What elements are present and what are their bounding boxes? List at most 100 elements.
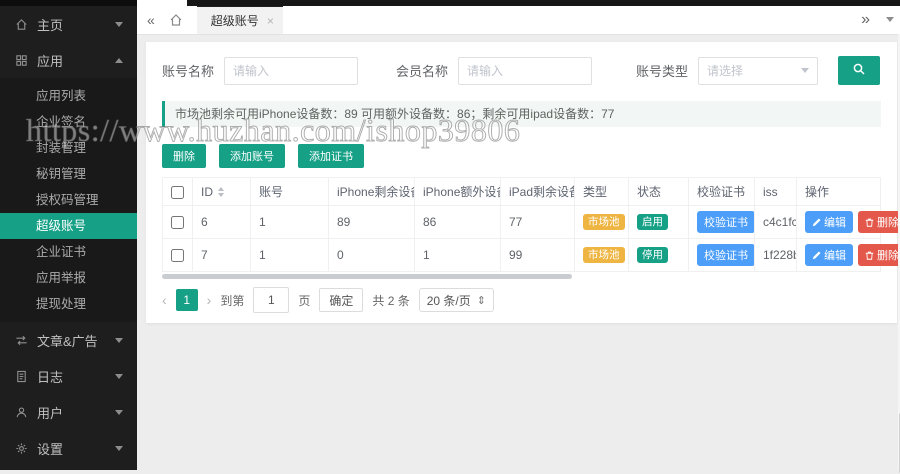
next-page-icon[interactable]: › [207, 292, 212, 308]
add-account-button[interactable]: 添加账号 [219, 144, 285, 168]
table-toolbar: 删除 添加账号 添加证书 [162, 144, 881, 168]
trash-icon [865, 251, 874, 260]
goto-label: 到第 [220, 292, 244, 309]
per-page-select[interactable]: 20 条/页 ⇕ [419, 288, 494, 312]
edit-button[interactable]: 编辑 [805, 244, 853, 266]
table-row: 7 1 0 1 99 市场池 停用 校验证书 1f228b 编辑 删除 [163, 239, 881, 272]
field-member-name: 会员名称 [396, 57, 592, 85]
tab-super-account[interactable]: 超级账号 × [197, 5, 283, 34]
sidebar-subitem-auth-code-mgmt[interactable]: 授权码管理 [0, 187, 137, 213]
status-badge: 停用 [637, 247, 668, 263]
sidebar-item-label: 应用 [37, 51, 63, 70]
sidebar-item-articles-ads[interactable]: 文章&广告 [0, 322, 137, 358]
confirm-page-button[interactable]: 确定 [319, 288, 363, 312]
col-status: 状态 [629, 178, 689, 206]
verify-cert-button[interactable]: 校验证书 [697, 211, 755, 233]
caret-down-icon [115, 22, 123, 27]
sidebar: 主页 应用 应用列表 企业签名 封装管理 秘钥管理 授权码管理 超级账号 企业证… [0, 0, 137, 470]
accounts-table: ID 账号 iPhone剩余设备 iPhone额外设备 iPad剩余设备 类型 … [162, 177, 881, 272]
sidebar-item-label: 主页 [37, 15, 63, 34]
member-name-input[interactable] [458, 57, 592, 85]
field-label: 账号名称 [162, 61, 214, 80]
gear-icon [14, 441, 28, 455]
tabbar-right-controls: » [861, 11, 894, 29]
field-label: 会员名称 [396, 61, 448, 80]
row-delete-button[interactable]: 删除 [858, 211, 900, 233]
row-checkbox[interactable] [171, 249, 184, 262]
log-icon [14, 369, 28, 383]
app-window: 主页 应用 应用列表 企业签名 封装管理 秘钥管理 授权码管理 超级账号 企业证… [0, 0, 900, 470]
collapse-sidebar-icon[interactable]: « [147, 12, 155, 28]
sidebar-subitem-super-account[interactable]: 超级账号 [0, 213, 137, 239]
apps-icon [14, 53, 28, 67]
sidebar-item-label: 用户 [37, 403, 63, 422]
sort-icon[interactable] [218, 187, 224, 197]
sidebar-subitem-app-report[interactable]: 应用举报 [0, 265, 137, 291]
field-label: 账号类型 [636, 61, 688, 80]
col-verify-cert: 校验证书 [689, 178, 755, 206]
verify-cert-button[interactable]: 校验证书 [697, 244, 755, 266]
sidebar-item-logs[interactable]: 日志 [0, 358, 137, 394]
table-row: 6 1 89 86 77 市场池 启用 校验证书 c4c1fc 编辑 删除 [163, 206, 881, 239]
top-edge [187, 0, 900, 6]
sidebar-subitem-enterprise-sign[interactable]: 企业签名 [0, 109, 137, 135]
total-count-label: 共 2 条 [372, 292, 409, 309]
sidebar-item-home[interactable]: 主页 [0, 6, 137, 42]
home-tab-icon[interactable] [169, 13, 183, 27]
cell-iss: c4c1fc [755, 206, 797, 239]
tab-menu-caret-icon[interactable] [886, 17, 894, 22]
cell-id: 6 [193, 206, 251, 239]
apps-submenu: 应用列表 企业签名 封装管理 秘钥管理 授权码管理 超级账号 企业证书 应用举报… [0, 78, 137, 322]
pagination: ‹ 1 › 到第 页 确定 共 2 条 20 条/页 ⇕ [162, 287, 881, 313]
col-id[interactable]: ID [193, 178, 251, 206]
sidebar-subitem-withdraw-handle[interactable]: 提现处理 [0, 291, 137, 317]
caret-down-icon [115, 446, 123, 451]
row-checkbox[interactable] [171, 216, 184, 229]
cell-account: 1 [251, 239, 329, 272]
page-number-current[interactable]: 1 [176, 289, 198, 311]
col-iphone-remaining: iPhone剩余设备 [329, 178, 415, 206]
cell-ipad-remaining: 99 [501, 239, 575, 272]
device-quota-notice: 市场池剩余可用iPhone设备数：89 可用额外设备数：86；剩余可用ipad设… [162, 101, 881, 127]
col-account: 账号 [251, 178, 329, 206]
caret-down-icon [115, 338, 123, 343]
caret-up-icon [115, 58, 123, 63]
sidebar-subitem-enterprise-cert[interactable]: 企业证书 [0, 239, 137, 265]
goto-page-input[interactable] [253, 287, 289, 313]
account-type-select[interactable]: 请选择 [698, 57, 818, 85]
table-horizontal-scrollbar [162, 274, 881, 280]
header-checkbox-cell [163, 178, 193, 206]
select-all-checkbox[interactable] [171, 186, 184, 199]
close-icon[interactable]: × [267, 9, 274, 33]
col-iphone-extra: iPhone额外设备 [415, 178, 501, 206]
sidebar-item-settings[interactable]: 设置 [0, 430, 137, 466]
account-name-input[interactable] [224, 57, 358, 85]
sidebar-item-apps[interactable]: 应用 [0, 42, 137, 78]
add-cert-button[interactable]: 添加证书 [298, 144, 364, 168]
search-button[interactable] [838, 56, 880, 85]
exchange-icon [14, 333, 28, 347]
sidebar-subitem-package-mgmt[interactable]: 封装管理 [0, 135, 137, 161]
sidebar-subitem-secret-key-mgmt[interactable]: 秘钥管理 [0, 161, 137, 187]
field-account-type: 账号类型 请选择 [636, 57, 818, 85]
horizontal-scrollbar-thumb[interactable] [162, 274, 572, 279]
type-badge: 市场池 [583, 247, 625, 263]
cell-iphone-extra: 1 [415, 239, 501, 272]
col-type: 类型 [575, 178, 629, 206]
col-actions: 操作 [797, 178, 881, 206]
sidebar-subitem-app-list[interactable]: 应用列表 [0, 83, 137, 109]
more-tabs-icon[interactable]: » [861, 11, 870, 29]
edit-button[interactable]: 编辑 [805, 211, 853, 233]
row-delete-button[interactable]: 删除 [858, 244, 900, 266]
sidebar-item-label: 设置 [37, 439, 63, 458]
cell-id: 7 [193, 239, 251, 272]
field-account-name: 账号名称 [162, 57, 358, 85]
tab-label: 超级账号 [211, 9, 259, 33]
caret-down-icon [115, 410, 123, 415]
edit-icon [812, 251, 821, 260]
sidebar-item-users[interactable]: 用户 [0, 394, 137, 430]
cell-iss: 1f228b [755, 239, 797, 272]
delete-button[interactable]: 删除 [162, 144, 206, 168]
sidebar-item-label: 日志 [37, 367, 63, 386]
prev-page-icon[interactable]: ‹ [162, 292, 167, 308]
